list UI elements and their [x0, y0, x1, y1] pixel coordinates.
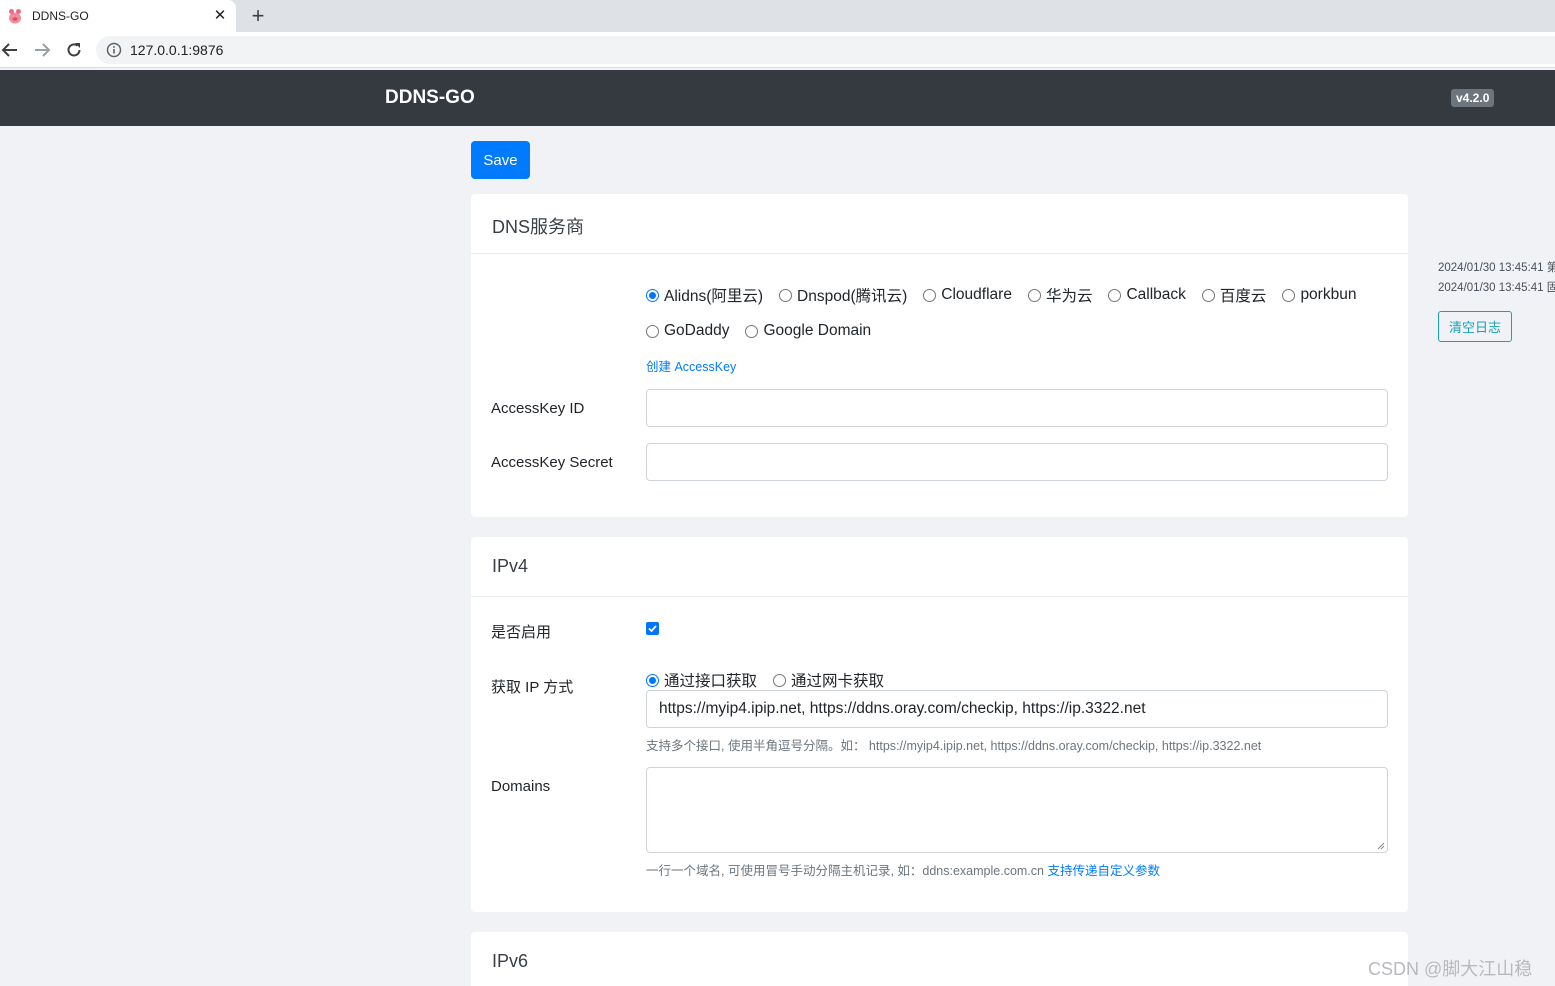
domains-label: Domains	[491, 778, 551, 795]
resize-handle-icon[interactable]	[1377, 842, 1385, 850]
provider-alidns[interactable]: Alidns(阿里云)	[646, 284, 763, 306]
card-title: IPv6	[471, 932, 1408, 986]
provider-huaweicloud[interactable]: 华为云	[1027, 284, 1092, 306]
ipv6-card: IPv6	[471, 932, 1408, 986]
log-line: 2024/01/30 13:45:41 第	[1438, 262, 1555, 274]
radio[interactable]	[1027, 288, 1041, 302]
info-icon[interactable]	[106, 42, 122, 58]
provider-callback[interactable]: Callback	[1108, 286, 1186, 304]
radio[interactable]	[745, 324, 759, 338]
pig-favicon-icon	[9, 9, 21, 24]
reload-icon[interactable]	[64, 40, 84, 60]
version-badge: v4.2.0	[1451, 89, 1495, 107]
accesskey-id-label: AccessKey ID	[491, 400, 585, 417]
radio[interactable]	[779, 288, 793, 302]
radio-checked[interactable]	[646, 673, 659, 687]
radio[interactable]	[1108, 288, 1122, 302]
radio-checked[interactable]	[646, 288, 659, 302]
address-bar[interactable]: 127.0.0.1:9876	[96, 36, 1555, 64]
ipv4-domains-textarea[interactable]	[646, 767, 1388, 853]
card-title: DNS服务商	[471, 194, 1408, 254]
provider-cloudflare[interactable]: Cloudflare	[923, 286, 1012, 304]
radio[interactable]	[923, 288, 937, 302]
provider-porkbun[interactable]: porkbun	[1282, 286, 1356, 304]
ip-method-radio-row: 通过接口获取 通过网卡获取	[646, 669, 900, 691]
get-ip-method-label: 获取 IP 方式	[491, 679, 574, 696]
app-navbar: DDNS-GO v4.2.0	[0, 70, 1555, 126]
log-line: 2024/01/30 13:45:41 固	[1438, 282, 1555, 294]
method-by-nic[interactable]: 通过网卡获取	[773, 669, 884, 691]
provider-baiducloud[interactable]: 百度云	[1201, 284, 1266, 306]
custom-params-link[interactable]: 支持传递自定义参数	[1047, 864, 1160, 878]
back-arrow-icon[interactable]	[0, 40, 20, 60]
browser-tab[interactable]: DDNS-GO ✕	[0, 0, 236, 32]
watermark: CSDN @脚大江山稳	[1368, 959, 1533, 979]
clear-log-button[interactable]: 清空日志	[1438, 311, 1512, 342]
ipv4-url-help: 支持多个接口, 使用半角逗号分隔。如： https://myip4.ipip.n…	[646, 739, 1262, 753]
radio[interactable]	[1201, 288, 1215, 302]
create-accesskey-link[interactable]: 创建 AccessKey	[646, 356, 736, 375]
app-brand: DDNS-GO	[385, 87, 475, 108]
domains-help: 一行一个域名, 可使用冒号手动分隔主机记录, 如：ddns:example.co…	[646, 864, 1160, 878]
accesskey-secret-label: AccessKey Secret	[491, 454, 613, 471]
radio[interactable]	[646, 324, 659, 338]
url-text: 127.0.0.1:9876	[130, 42, 224, 58]
accesskey-secret-input[interactable]	[646, 443, 1388, 481]
ipv4-enable-label: 是否启用	[491, 624, 552, 641]
provider-dnspod[interactable]: Dnspod(腾讯云)	[779, 284, 907, 306]
dns-provider-card: DNS服务商 Alidns(阿里云) Dnspod(腾讯云) Cloudflar…	[471, 194, 1408, 517]
ipv4-card: IPv4 是否启用 获取 IP 方式 通过接口获取 通过网卡获取 https:/…	[471, 537, 1408, 912]
provider-radio-row-1: Alidns(阿里云) Dnspod(腾讯云) Cloudflare 华为云 C…	[646, 284, 1372, 306]
close-icon[interactable]: ✕	[212, 6, 228, 26]
ipv4-url-input[interactable]: https://myip4.ipip.net, https://ddns.ora…	[646, 690, 1388, 728]
provider-radio-row-2: GoDaddy Google Domain	[646, 322, 887, 340]
provider-godaddy[interactable]: GoDaddy	[646, 322, 729, 340]
ipv4-enable-checkbox[interactable]	[646, 622, 659, 635]
method-by-api[interactable]: 通过接口获取	[646, 669, 757, 691]
save-button[interactable]: Save	[471, 141, 530, 179]
tab-title: DDNS-GO	[32, 9, 89, 23]
card-title: IPv4	[471, 537, 1408, 597]
forward-arrow-icon[interactable]	[32, 40, 52, 60]
browser-toolbar: 127.0.0.1:9876	[0, 32, 1555, 68]
accesskey-id-input[interactable]	[646, 389, 1388, 427]
new-tab-plus-icon[interactable]: +	[248, 3, 268, 29]
browser-tabstrip: DDNS-GO ✕ +	[0, 0, 1555, 32]
radio[interactable]	[1282, 288, 1296, 302]
radio[interactable]	[773, 673, 787, 687]
provider-google-domain[interactable]: Google Domain	[745, 322, 871, 340]
